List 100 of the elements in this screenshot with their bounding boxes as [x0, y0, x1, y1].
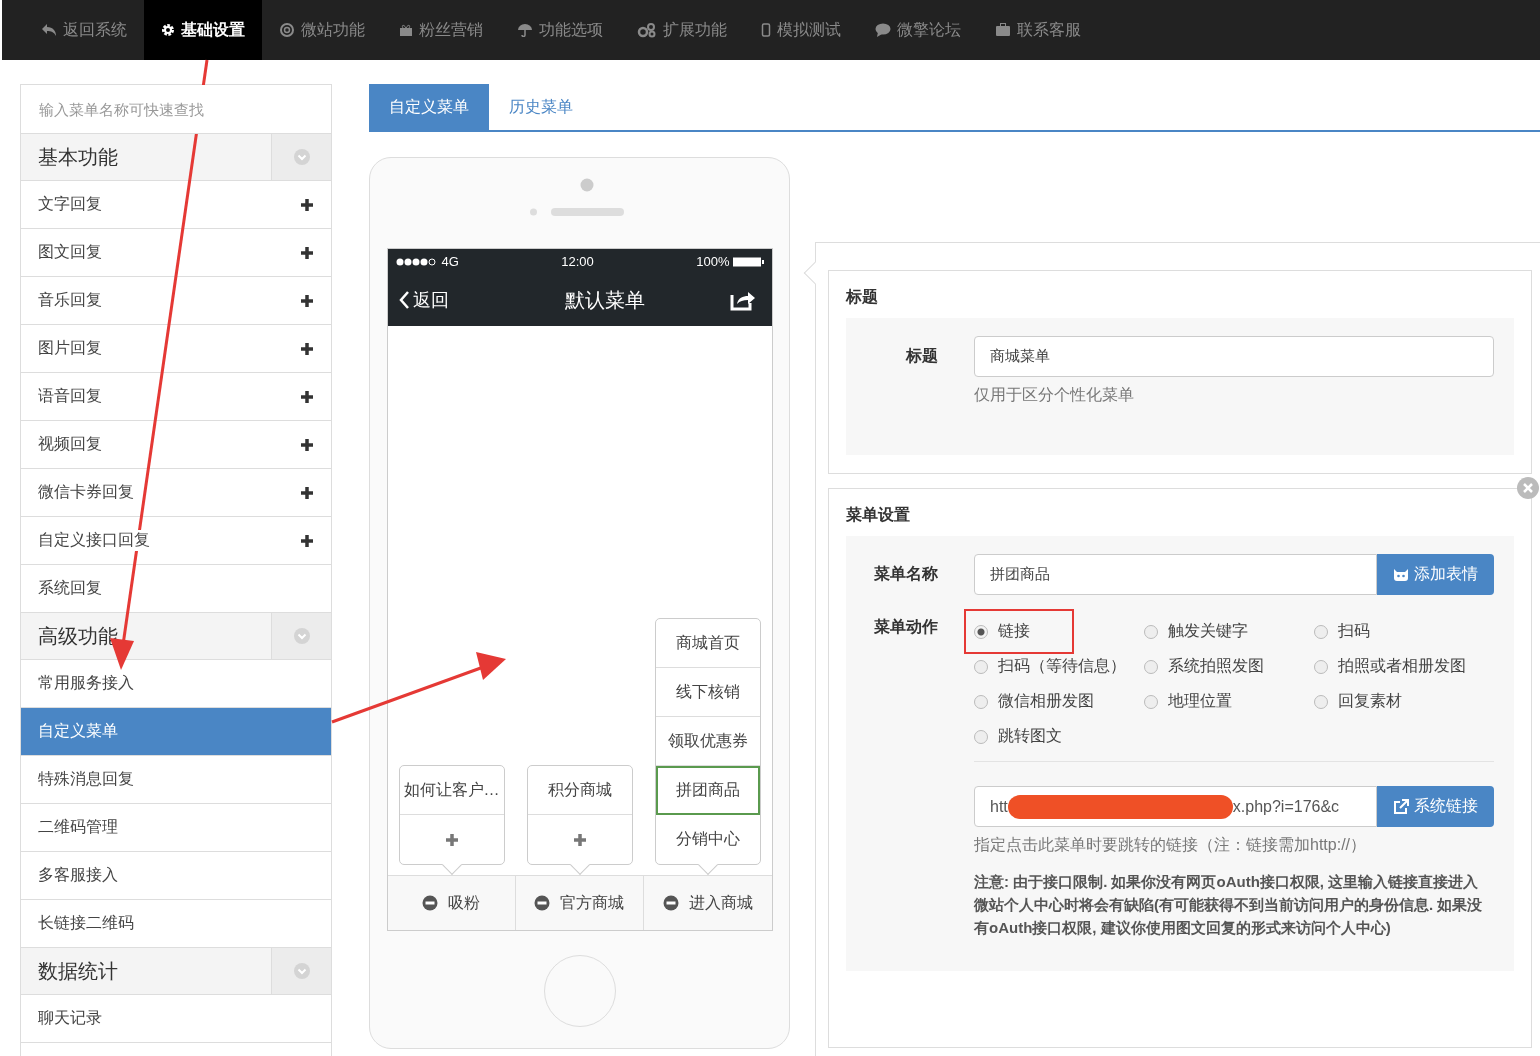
- group-header[interactable]: 基本功能: [21, 134, 331, 181]
- plus-icon: [444, 832, 459, 847]
- menu-bar-item[interactable]: 官方商城: [514, 876, 644, 930]
- radio-icon[interactable]: [974, 729, 988, 744]
- system-link-button[interactable]: 系统链接: [1377, 786, 1494, 827]
- field-label: 标题: [904, 346, 938, 366]
- sidebar-item-label: 自定义接口回复: [38, 530, 150, 551]
- settings-icon: [161, 23, 175, 37]
- reply-icon: [41, 23, 57, 37]
- radio-option[interactable]: 扫码: [1314, 619, 1494, 644]
- gears-icon: [637, 22, 657, 38]
- sidebar-item-label: 常用服务接入: [38, 673, 134, 694]
- chevron-left-icon: [397, 290, 410, 310]
- radio-icon[interactable]: [1144, 659, 1158, 674]
- nav-item[interactable]: 微站功能: [262, 0, 382, 60]
- radio-icon[interactable]: [1314, 694, 1328, 709]
- nav-item[interactable]: 扩展功能: [620, 0, 744, 60]
- sidebar-item-label: 微信卡券回复: [38, 482, 134, 503]
- gift-icon: [399, 23, 413, 37]
- section-heading: 标题: [846, 287, 879, 307]
- radio-icon[interactable]: [974, 659, 988, 674]
- url-field[interactable]: htt x.php?i=176&c: [974, 786, 1377, 827]
- plus-icon: [300, 341, 314, 356]
- plus-icon: [300, 437, 314, 452]
- back-link[interactable]: 返回: [397, 288, 449, 312]
- sidebar-item[interactable]: 自定义菜单: [21, 708, 331, 756]
- group-header[interactable]: 数据统计: [21, 948, 331, 995]
- nav-item[interactable]: 返回系统: [24, 0, 144, 60]
- tab[interactable]: 自定义菜单: [369, 84, 489, 130]
- menu-name-input[interactable]: 拼团商品: [974, 554, 1377, 595]
- sidebar-item-label: 特殊消息回复: [38, 769, 134, 790]
- radio-option[interactable]: 拍照或者相册发图: [1314, 654, 1494, 679]
- plus-icon: [300, 485, 314, 500]
- plus-icon: [300, 245, 314, 260]
- radio-option[interactable]: 跳转图文: [974, 724, 1144, 749]
- radio-icon[interactable]: [974, 624, 988, 639]
- nav-item[interactable]: 功能选项: [500, 0, 620, 60]
- screen-title: 默认菜单: [565, 287, 645, 313]
- radio-icon[interactable]: [1314, 624, 1328, 639]
- radio-option[interactable]: 地理位置: [1144, 689, 1314, 714]
- battery-text: 100%: [696, 254, 730, 269]
- sidebar-item-label: 视频回复: [38, 434, 102, 455]
- submenu-item[interactable]: 积分商城: [527, 766, 632, 815]
- lifebuoy-icon: [279, 22, 295, 38]
- external-link-icon: [1393, 798, 1409, 815]
- submenu-item[interactable]: 领取优惠券: [655, 717, 760, 766]
- remove-icon: [534, 895, 551, 911]
- plus-icon: [300, 533, 314, 548]
- briefcase-icon: [995, 23, 1011, 37]
- chat-icon: [875, 23, 891, 37]
- carrier-text: 4G: [441, 254, 459, 269]
- menu-bar-item[interactable]: 进入商城: [643, 876, 772, 930]
- collapse-icon[interactable]: [293, 628, 310, 644]
- collapse-icon[interactable]: [293, 963, 310, 979]
- submenu-item[interactable]: 分销中心: [655, 815, 760, 864]
- signal-icon: [395, 257, 438, 266]
- radio-icon[interactable]: [1314, 659, 1328, 674]
- field-label: 菜单动作: [873, 617, 938, 637]
- radio-option[interactable]: 微信相册发图: [974, 689, 1144, 714]
- help-text: 仅用于区分个性化菜单: [974, 385, 1135, 405]
- search-field[interactable]: 输入菜单名称可快速查找: [21, 85, 331, 134]
- radio-icon[interactable]: [1144, 624, 1158, 639]
- add-emoji-button[interactable]: 添加表情: [1377, 554, 1494, 595]
- battery-icon: [733, 256, 766, 267]
- radio-option[interactable]: 系统拍照发图: [1144, 654, 1314, 679]
- nav-item[interactable]: 微擎论坛: [858, 0, 978, 60]
- collapse-icon[interactable]: [293, 149, 310, 165]
- nav-item[interactable]: 粉丝营销: [382, 0, 500, 60]
- share-icon[interactable]: [729, 289, 756, 311]
- group-title: 基本功能: [37, 144, 119, 170]
- plus-icon: [300, 389, 314, 404]
- sidebar-item-label: 聊天记录: [38, 1008, 102, 1029]
- submenu-item[interactable]: 如何让客户…: [399, 766, 504, 815]
- nav-item[interactable]: 模拟测试: [744, 0, 858, 60]
- plus-icon: [300, 293, 314, 308]
- radio-option[interactable]: 触发关键字: [1144, 619, 1314, 644]
- help-text: 指定点击此菜单时要跳转的链接（注：链接需加http://）: [974, 835, 1368, 855]
- radio-option[interactable]: 链接: [974, 619, 1064, 644]
- submenu-item[interactable]: 线下核销: [655, 668, 760, 717]
- close-icon[interactable]: [1517, 477, 1539, 499]
- radio-option[interactable]: 回复素材: [1314, 689, 1494, 714]
- remove-icon: [662, 895, 679, 911]
- submenu-item[interactable]: 拼团商品: [655, 766, 760, 815]
- nav-item[interactable]: 联系客服: [978, 0, 1098, 60]
- field-label: 菜单名称: [873, 564, 938, 584]
- tab[interactable]: 历史菜单: [489, 84, 593, 130]
- title-input[interactable]: 商城菜单: [974, 336, 1494, 377]
- sidebar-item-label: 自定义菜单: [38, 721, 118, 742]
- menu-bar-item[interactable]: 吸粉: [387, 876, 515, 930]
- notice-text: 注意: 由于接口限制. 如果你没有网页oAuth接口权限, 这里输入链接直接进入微站个人中心时将会有缺陷(有可能获得不到当前访问用户的身份信息. 如果没有oAuth接口权限, 建议你使用图文回复的形式来访问个人中心): [974, 872, 1484, 938]
- radio-option[interactable]: 扫码（等待信息）: [974, 654, 1144, 679]
- plus-icon: [572, 832, 587, 847]
- sidebar-item-label: 长链接二维码: [38, 913, 134, 934]
- mobile-icon: [761, 23, 771, 37]
- submenu-item[interactable]: 商城首页: [655, 619, 760, 668]
- radio-icon[interactable]: [1144, 694, 1158, 709]
- nav-item[interactable]: 基础设置: [144, 0, 262, 60]
- clock-text: 12:00: [561, 254, 594, 269]
- radio-icon[interactable]: [974, 694, 988, 709]
- sidebar-item-label: 多客服接入: [38, 865, 118, 886]
